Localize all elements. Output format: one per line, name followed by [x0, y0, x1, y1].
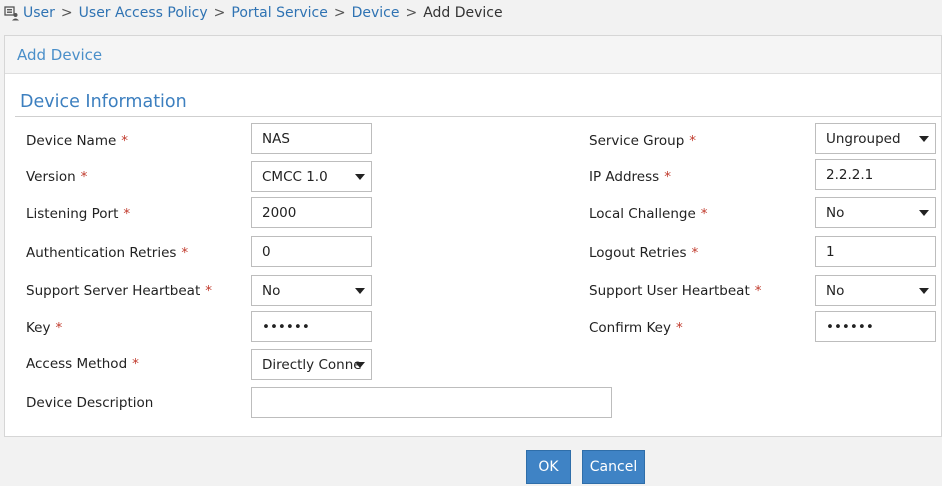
- required-marker: *: [80, 169, 88, 185]
- logout-retries-input[interactable]: 1: [815, 236, 936, 267]
- breadcrumb: User > User Access Policy > Portal Servi…: [4, 4, 503, 22]
- ip-address-label: IP Address *: [589, 169, 671, 185]
- service-group-label: Service Group *: [589, 133, 697, 149]
- logout-retries-label: Logout Retries *: [589, 245, 699, 261]
- cancel-button[interactable]: Cancel: [582, 450, 645, 484]
- breadcrumb-device[interactable]: Device: [352, 5, 400, 21]
- breadcrumb-portal-service[interactable]: Portal Service: [231, 5, 327, 21]
- device-name-input[interactable]: NAS: [251, 123, 372, 154]
- user-group-icon: [4, 5, 20, 21]
- breadcrumb-separator: >: [333, 5, 346, 21]
- panel-header: Add Device: [5, 36, 941, 74]
- section-title: Device Information: [20, 92, 187, 112]
- local-challenge-label: Local Challenge *: [589, 206, 708, 222]
- required-marker: *: [664, 169, 671, 185]
- required-marker: *: [691, 245, 699, 261]
- confirm-key-input[interactable]: ••••••: [815, 311, 936, 342]
- server-heartbeat-label: Support Server Heartbeat *: [26, 283, 212, 299]
- required-marker: *: [689, 133, 697, 149]
- user-heartbeat-select[interactable]: No: [815, 275, 936, 306]
- chevron-down-icon: [919, 210, 929, 216]
- service-group-select[interactable]: Ungrouped: [815, 123, 936, 154]
- auth-retries-input[interactable]: 0: [251, 236, 372, 267]
- chevron-down-icon: [355, 288, 365, 294]
- chevron-down-icon: [919, 288, 929, 294]
- user-heartbeat-label: Support User Heartbeat *: [589, 283, 762, 299]
- required-marker: *: [132, 356, 139, 372]
- auth-retries-label: Authentication Retries *: [26, 245, 189, 261]
- ip-address-input[interactable]: 2.2.2.1: [815, 159, 936, 190]
- panel-title: Add Device: [17, 45, 103, 64]
- listening-port-label: Listening Port *: [26, 206, 131, 222]
- device-name-label: Device Name *: [26, 133, 129, 149]
- breadcrumb-user[interactable]: User: [23, 5, 55, 21]
- device-description-label: Device Description: [26, 395, 154, 411]
- local-challenge-select[interactable]: No: [815, 197, 936, 228]
- breadcrumb-separator: >: [405, 5, 418, 21]
- listening-port-input[interactable]: 2000: [251, 197, 372, 228]
- access-method-label: Access Method *: [26, 356, 139, 372]
- version-label: Version *: [26, 169, 88, 185]
- required-marker: *: [700, 206, 708, 222]
- required-marker: *: [754, 283, 762, 299]
- confirm-key-label: Confirm Key *: [589, 320, 683, 336]
- version-select[interactable]: CMCC 1.0: [251, 161, 372, 192]
- breadcrumb-user-access-policy[interactable]: User Access Policy: [79, 5, 208, 21]
- required-marker: *: [123, 206, 131, 222]
- add-device-panel: Add Device Device Information Device Nam…: [4, 35, 942, 437]
- required-marker: *: [205, 283, 212, 299]
- device-description-input[interactable]: [251, 387, 612, 418]
- key-input[interactable]: ••••••: [251, 311, 372, 342]
- chevron-down-icon: [919, 136, 929, 142]
- breadcrumb-separator: >: [213, 5, 226, 21]
- key-label: Key *: [26, 320, 63, 336]
- required-marker: *: [181, 245, 189, 261]
- required-marker: *: [121, 133, 129, 149]
- section-divider: [15, 116, 941, 117]
- ok-button[interactable]: OK: [526, 450, 571, 484]
- chevron-down-icon: [355, 174, 365, 180]
- chevron-down-icon: [355, 362, 365, 368]
- breadcrumb-separator: >: [60, 5, 73, 21]
- server-heartbeat-select[interactable]: No: [251, 275, 372, 306]
- access-method-select[interactable]: Directly Conne: [251, 349, 372, 380]
- breadcrumb-current: Add Device: [423, 5, 503, 21]
- required-marker: *: [55, 320, 63, 336]
- required-marker: *: [675, 320, 683, 336]
